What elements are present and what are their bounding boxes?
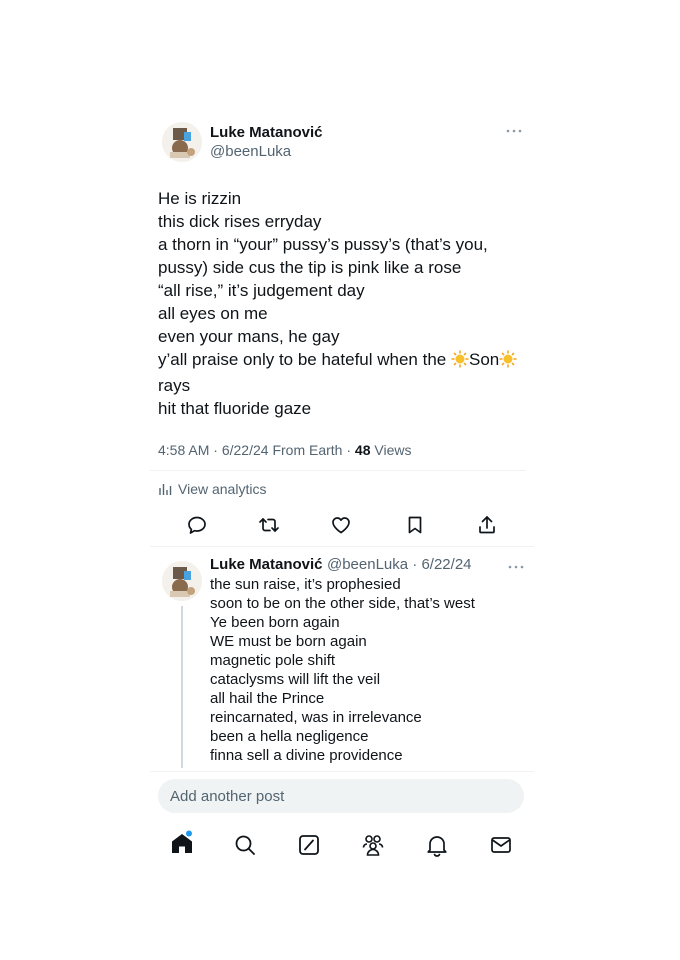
reply-avatar[interactable]	[162, 561, 202, 601]
search-icon[interactable]	[234, 834, 256, 856]
post-meta: 4:58 AM · 6/22/24 From Earth · 48 Views	[158, 442, 411, 458]
post-line: “all rise,” it’s judgement day	[158, 281, 365, 300]
meta-separator: ·	[408, 556, 422, 573]
reply-date[interactable]: 6/22/24	[421, 556, 471, 573]
meta-separator: ·	[346, 442, 355, 458]
divider	[150, 470, 526, 471]
messages-icon[interactable]	[490, 835, 512, 855]
reply-line: WE must be born again	[210, 633, 367, 650]
meta-separator: ·	[213, 442, 222, 458]
compose-placeholder: Add another post	[170, 788, 285, 805]
reply-line: magnetic pole shift	[210, 652, 336, 669]
notifications-icon[interactable]	[426, 833, 448, 857]
reply-header: Luke Matanović @beenLuka · 6/22/24	[210, 556, 472, 574]
reply-line: the sun raise, it’s prophesied	[210, 576, 401, 593]
reply-author-handle[interactable]: @beenLuka	[327, 556, 408, 573]
home-icon[interactable]	[170, 830, 194, 856]
post-line: He is rizzin	[158, 189, 242, 208]
analytics-icon	[158, 482, 172, 496]
post-line: even your mans, he gay	[158, 327, 340, 346]
communities-icon[interactable]	[361, 833, 385, 857]
reply-line: reincarnated, was in irrelevance	[210, 709, 422, 726]
son-word: Son	[468, 350, 500, 369]
reply-icon[interactable]	[186, 514, 208, 536]
post-source: From Earth	[272, 442, 343, 458]
views-label: Views	[374, 442, 412, 458]
post-line: y’all praise only to be hateful when the	[158, 350, 447, 369]
divider	[150, 771, 534, 772]
sun-emoji-icon	[499, 350, 517, 374]
reply-author-name[interactable]: Luke Matanović	[210, 556, 323, 573]
divider	[150, 546, 534, 547]
post-line: hit that fluoride gaze	[158, 399, 312, 418]
repost-icon[interactable]	[258, 514, 280, 536]
grok-icon[interactable]	[298, 834, 320, 856]
reply-line: Ye been born again	[210, 614, 340, 631]
post-author-handle[interactable]: @beenLuka	[210, 143, 291, 160]
post-date[interactable]: 6/22/24	[222, 442, 269, 458]
reply-line: soon to be on the other side, that’s wes…	[210, 595, 475, 612]
post-line: pussy) side cus the tip is pink like a r…	[158, 258, 462, 277]
thread-line	[181, 606, 183, 768]
bookmark-icon[interactable]	[404, 514, 426, 536]
view-analytics-link[interactable]: View analytics	[158, 481, 266, 497]
post-line: this dick rises erryday	[158, 212, 322, 231]
reply-more-icon[interactable]	[508, 558, 524, 576]
analytics-label: View analytics	[178, 481, 267, 497]
avatar-image	[162, 561, 202, 601]
views-count: 48	[354, 442, 371, 458]
reply-body: the sun raise, it’s prophesied soon to b…	[210, 575, 530, 765]
post-avatar[interactable]	[162, 122, 202, 162]
reply-line: all hail the Prince	[210, 690, 325, 707]
reply-line: been a hella negligence	[210, 728, 369, 745]
post-time[interactable]: 4:58 AM	[158, 442, 209, 458]
post-line: a thorn in “your” pussy’s pussy’s (that’…	[158, 235, 488, 254]
post-more-icon[interactable]	[506, 122, 522, 140]
reply-line: cataclysms will lift the veil	[210, 671, 381, 688]
reply-line: finna sell a divine providence	[210, 747, 403, 764]
sun-emoji-icon	[451, 350, 469, 374]
post-line: rays	[158, 376, 191, 395]
like-icon[interactable]	[330, 514, 352, 536]
share-icon[interactable]	[476, 514, 498, 536]
post-author-name[interactable]: Luke Matanović	[210, 124, 323, 141]
post-body: He is rizzin this dick rises erryday a t…	[158, 187, 538, 420]
post-line-with-sun: y’all praise only to be hateful when the…	[158, 348, 538, 374]
post-line: all eyes on me	[158, 304, 268, 323]
avatar-image	[162, 122, 202, 162]
add-another-post-input[interactable]: Add another post	[158, 779, 524, 813]
